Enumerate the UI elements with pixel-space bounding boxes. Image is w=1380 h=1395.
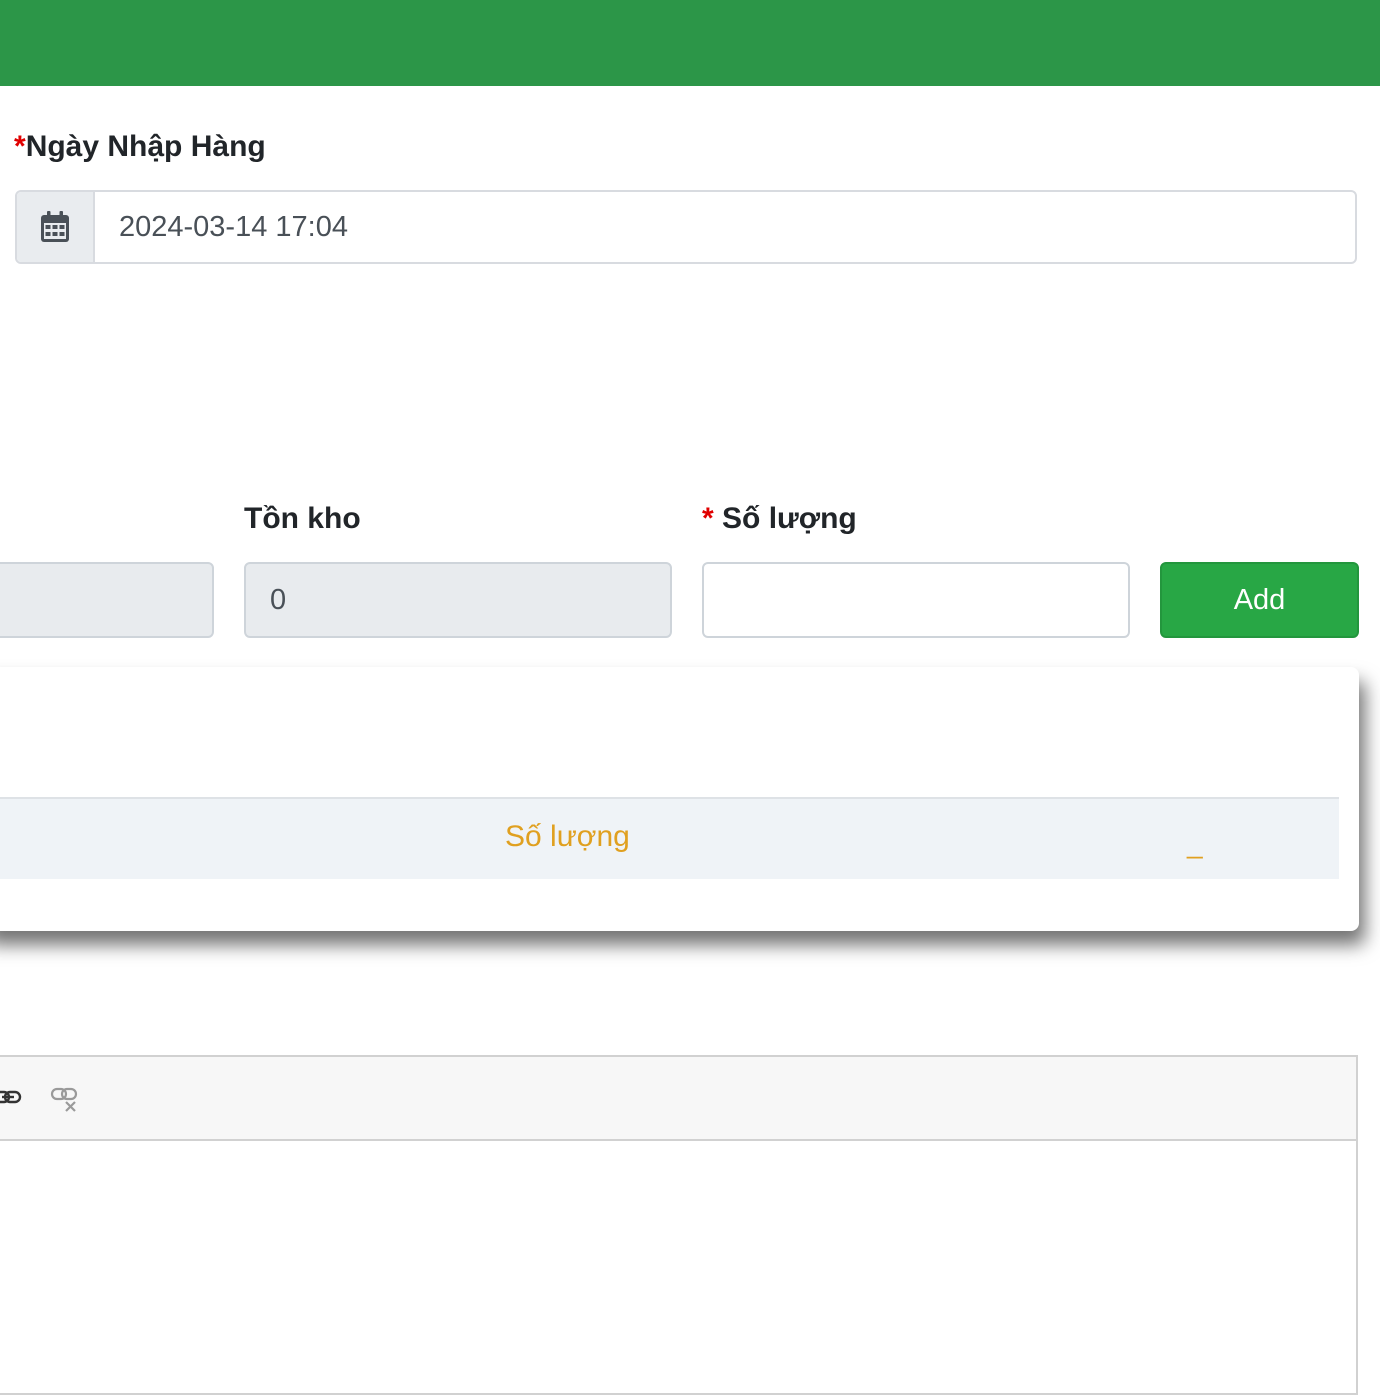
unlink-icon[interactable] [50, 1085, 82, 1120]
top-header-bar [0, 0, 1380, 86]
rich-text-editor[interactable] [0, 1055, 1358, 1395]
import-date-input[interactable]: 2024-03-14 17:04 [95, 192, 1355, 262]
link-icon[interactable] [0, 1085, 26, 1114]
column-header-action: _ [1187, 828, 1203, 859]
quantity-input[interactable] [702, 562, 1130, 638]
stock-label: Tồn kho [244, 502, 361, 535]
editor-toolbar [0, 1057, 1356, 1141]
import-date-field[interactable]: 2024-03-14 17:04 [15, 190, 1357, 264]
add-button[interactable]: Add [1160, 562, 1359, 638]
product-readonly-field [0, 562, 214, 638]
column-header-quantity: Số lượng [505, 820, 630, 853]
quantity-label-text: Số lượng [722, 502, 857, 535]
required-mark: * [14, 130, 26, 163]
quantity-label: * Số lượng [702, 502, 857, 536]
required-mark: * [702, 502, 714, 535]
stock-field: 0 [244, 562, 672, 638]
table-header-row [0, 797, 1339, 879]
calendar-icon[interactable] [17, 192, 95, 262]
import-date-label-text: Ngày Nhập Hàng [25, 130, 266, 163]
import-date-label: *Ngày Nhập Hàng [14, 130, 266, 164]
